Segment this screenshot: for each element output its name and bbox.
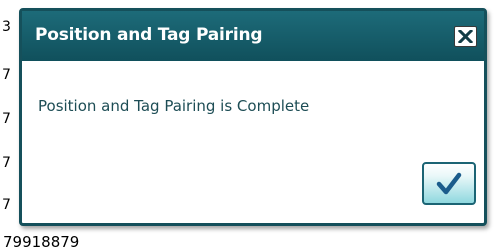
confirm-button[interactable]: [422, 162, 476, 205]
background-text-fragment: 7: [2, 67, 11, 83]
dialog-message: Position and Tag Pairing is Complete: [38, 97, 310, 115]
close-icon: [458, 30, 473, 43]
background-text-fragment: 7: [2, 197, 11, 213]
background-text-fragment: 79918879: [3, 233, 80, 251]
close-button[interactable]: [454, 26, 477, 47]
pairing-complete-dialog: Position and Tag Pairing Position and Ta…: [19, 8, 487, 226]
dialog-title: Position and Tag Pairing: [35, 25, 263, 45]
background-text-fragment: 3: [2, 19, 11, 35]
background-text-fragment: 7: [2, 155, 11, 171]
dialog-titlebar: Position and Tag Pairing: [22, 11, 484, 61]
background-text-fragment: 7: [2, 111, 11, 127]
checkmark-icon: [436, 172, 462, 195]
